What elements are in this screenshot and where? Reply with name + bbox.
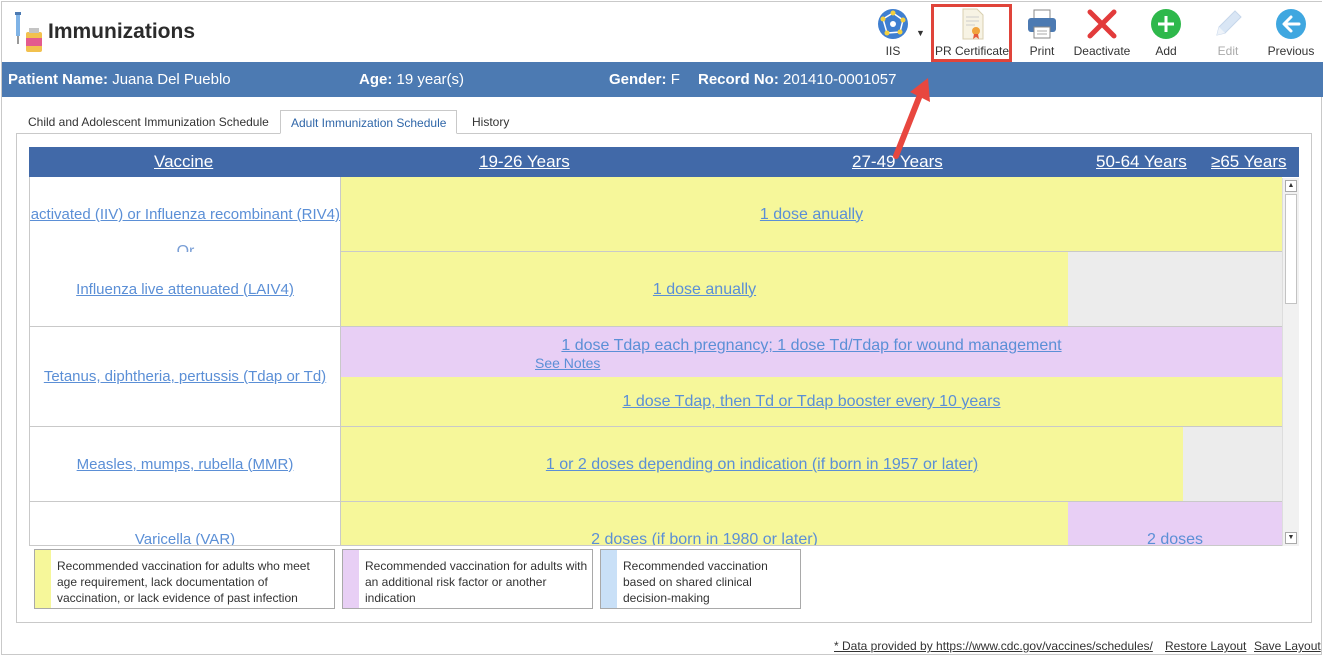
data-source-link[interactable]: * Data provided by https://www.cdc.gov/v…: [834, 639, 1153, 653]
dose-mmr[interactable]: 1 or 2 doses depending on indication (if…: [341, 427, 1183, 502]
dose-tdap-booster[interactable]: 1 dose Tdap, then Td or Tdap booster eve…: [341, 377, 1282, 427]
syringe-vial-icon: [15, 12, 42, 52]
header-65-plus[interactable]: ≥65 Years: [1211, 152, 1287, 172]
dose-varicella[interactable]: 2 doses (if born in 1980 or later): [341, 502, 1068, 545]
dose-influenza-laiv[interactable]: 1 dose anually: [341, 252, 1068, 327]
iis-button[interactable]: IIS: [868, 4, 918, 60]
edit-button[interactable]: Edit: [1206, 4, 1250, 60]
dose-influenza-iiv[interactable]: 1 dose anually: [341, 177, 1282, 252]
vaccine-tdap[interactable]: Tetanus, diphtheria, pertussis (Tdap or …: [30, 327, 341, 427]
patient-age: Age: 19 year(s): [359, 71, 465, 88]
arrow-left-icon: [1276, 9, 1306, 39]
globe-network-icon: [878, 9, 908, 39]
page-title: Immunizations: [48, 20, 196, 43]
grid-scrollbar[interactable]: ▲ ▼: [1282, 178, 1299, 546]
vaccine-mmr[interactable]: Measles, mumps, rubella (MMR): [30, 427, 341, 502]
plus-icon: [1151, 9, 1181, 39]
patient-gender: Gender: F: [609, 71, 680, 88]
schedule-grid-header: Vaccine 19-26 Years 27-49 Years 50-64 Ye…: [29, 147, 1299, 177]
scroll-thumb[interactable]: [1285, 194, 1297, 304]
pencil-icon: [1216, 10, 1242, 36]
header-50-64[interactable]: 50-64 Years: [1096, 152, 1187, 172]
legend-shared-decision: Recommended vaccination based on shared …: [600, 549, 801, 609]
scroll-down-icon[interactable]: ▼: [1285, 532, 1297, 544]
see-notes-link[interactable]: See Notes: [535, 355, 600, 371]
patient-record: Record No: 201410-0001057: [698, 71, 897, 88]
tab-child-adolescent-schedule[interactable]: Child and Adolescent Immunization Schedu…: [18, 110, 279, 134]
app-header: Immunizations IIS ▼ PR Certificate Print…: [2, 2, 1323, 62]
schedule-grid: Influenza inactivated (IIV) or Influenza…: [29, 177, 1299, 546]
iis-dropdown-chevron-icon[interactable]: ▼: [916, 28, 925, 38]
header-vaccine[interactable]: Vaccine: [154, 152, 213, 172]
annotation-arrow-icon: [893, 78, 930, 159]
restore-layout-link[interactable]: Restore Layout: [1165, 639, 1246, 653]
highlight-box: [931, 4, 1012, 62]
dose-tdap-pregnancy[interactable]: 1 dose Tdap each pregnancy; 1 dose Td/Td…: [341, 327, 1282, 377]
printer-icon: [1028, 9, 1056, 39]
vaccine-varicella[interactable]: Varicella (VAR): [30, 502, 341, 545]
scroll-up-icon[interactable]: ▲: [1285, 180, 1297, 192]
add-button[interactable]: Add: [1144, 4, 1188, 60]
deactivate-button[interactable]: Deactivate: [1070, 4, 1134, 60]
previous-button[interactable]: Previous: [1266, 4, 1316, 60]
legend-swatch-blue: [601, 550, 617, 608]
app-window: Immunizations IIS ▼ PR Certificate Print…: [1, 1, 1323, 655]
tab-history[interactable]: History: [462, 110, 519, 134]
header-19-26[interactable]: 19-26 Years: [479, 152, 570, 172]
patient-info-bar: Patient Name: Juana Del Pueblo Age: 19 y…: [2, 62, 1323, 97]
print-button[interactable]: Print: [1020, 4, 1064, 60]
laiv-not-recommended: [1068, 252, 1282, 327]
legend-risk-factor: Recommended vaccination for adults with …: [342, 549, 593, 609]
legend-age-requirement: Recommended vaccination for adults who m…: [34, 549, 335, 609]
legend-swatch-purple: [343, 550, 359, 608]
dose-varicella-risk[interactable]: 2 doses: [1068, 502, 1282, 545]
legend-swatch-yellow: [35, 550, 51, 608]
mmr-not-recommended: [1183, 427, 1282, 502]
vaccine-influenza-laiv[interactable]: Influenza live attenuated (LAIV4): [30, 252, 341, 327]
save-layout-link[interactable]: Save Layout: [1254, 639, 1321, 653]
patient-name: Patient Name: Juana Del Pueblo: [8, 71, 231, 88]
x-icon: [1087, 9, 1117, 39]
tab-adult-schedule[interactable]: Adult Immunization Schedule: [280, 110, 458, 134]
